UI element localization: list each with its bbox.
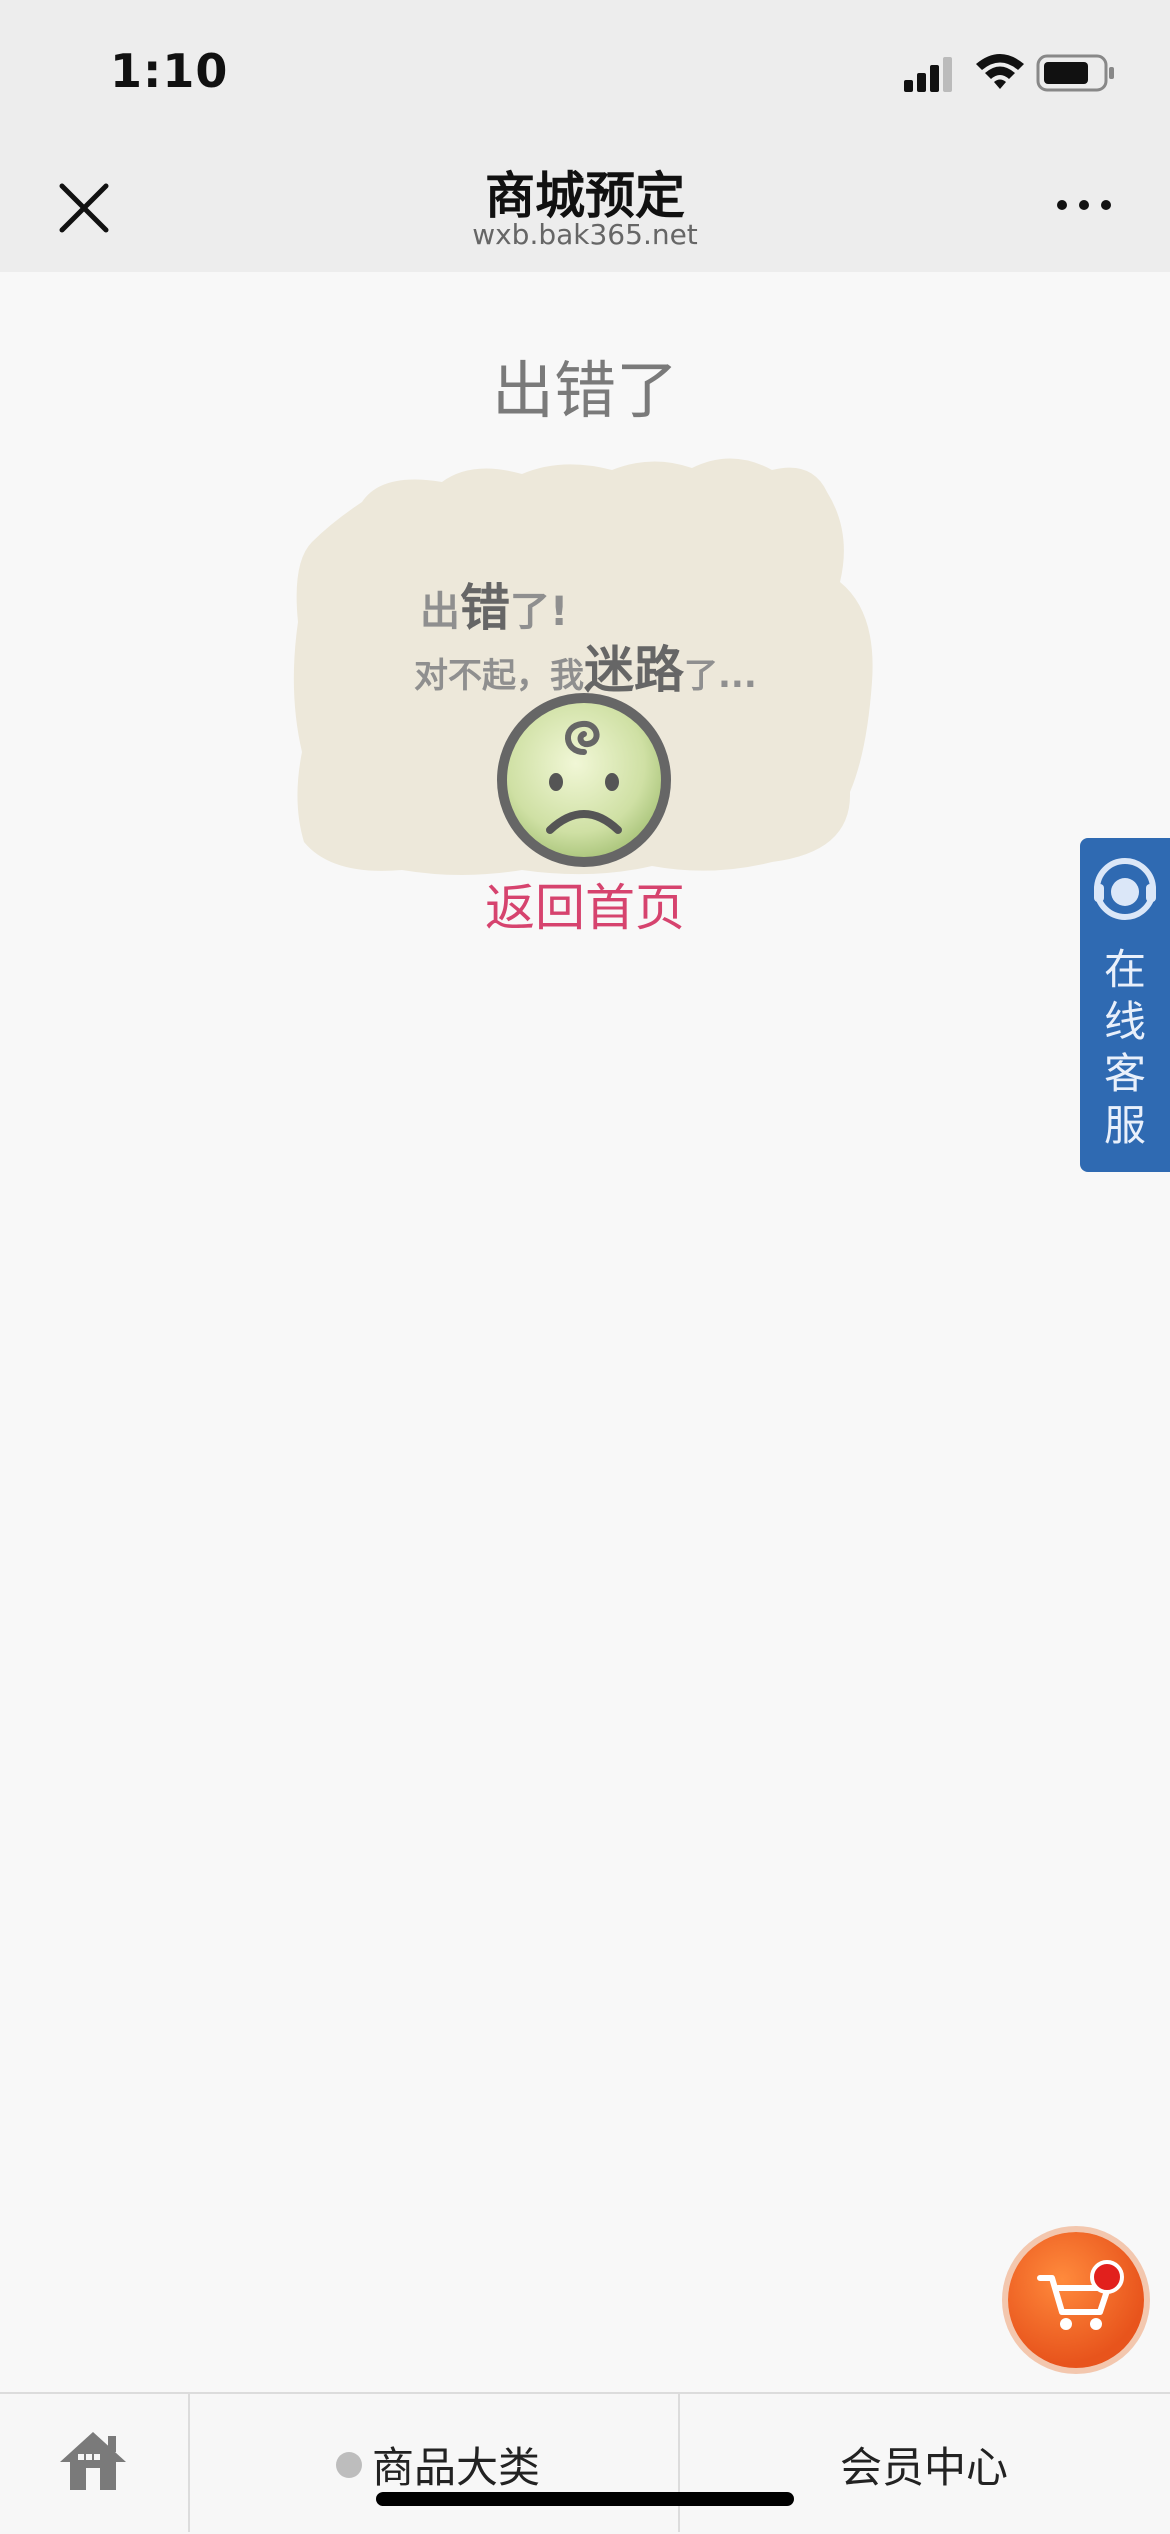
battery-icon xyxy=(1036,54,1114,92)
status-time: 1:10 xyxy=(110,44,229,98)
illustration-text-small: 出 xyxy=(420,589,460,635)
sad-face-icon xyxy=(497,693,671,867)
page-url: wxb.bak365.net xyxy=(472,218,698,251)
online-service-label: 在线客服 xyxy=(1103,945,1146,1150)
tab-member-center-label: 会员中心 xyxy=(840,2443,1009,2492)
illustration-text-small: 了! xyxy=(510,589,569,635)
illustration-text-small: 了... xyxy=(684,656,757,696)
cellular-signal-icon xyxy=(904,57,952,92)
cart-badge xyxy=(1090,2260,1124,2294)
home-indicator xyxy=(376,2492,794,2506)
wifi-icon xyxy=(976,54,1024,89)
more-options-icon[interactable] xyxy=(1052,190,1116,220)
illustration-text-big: 错 xyxy=(460,579,510,637)
error-heading: 出错了 xyxy=(491,354,678,427)
headset-icon xyxy=(1094,858,1156,920)
back-home-link[interactable]: 返回首页 xyxy=(0,868,1170,940)
